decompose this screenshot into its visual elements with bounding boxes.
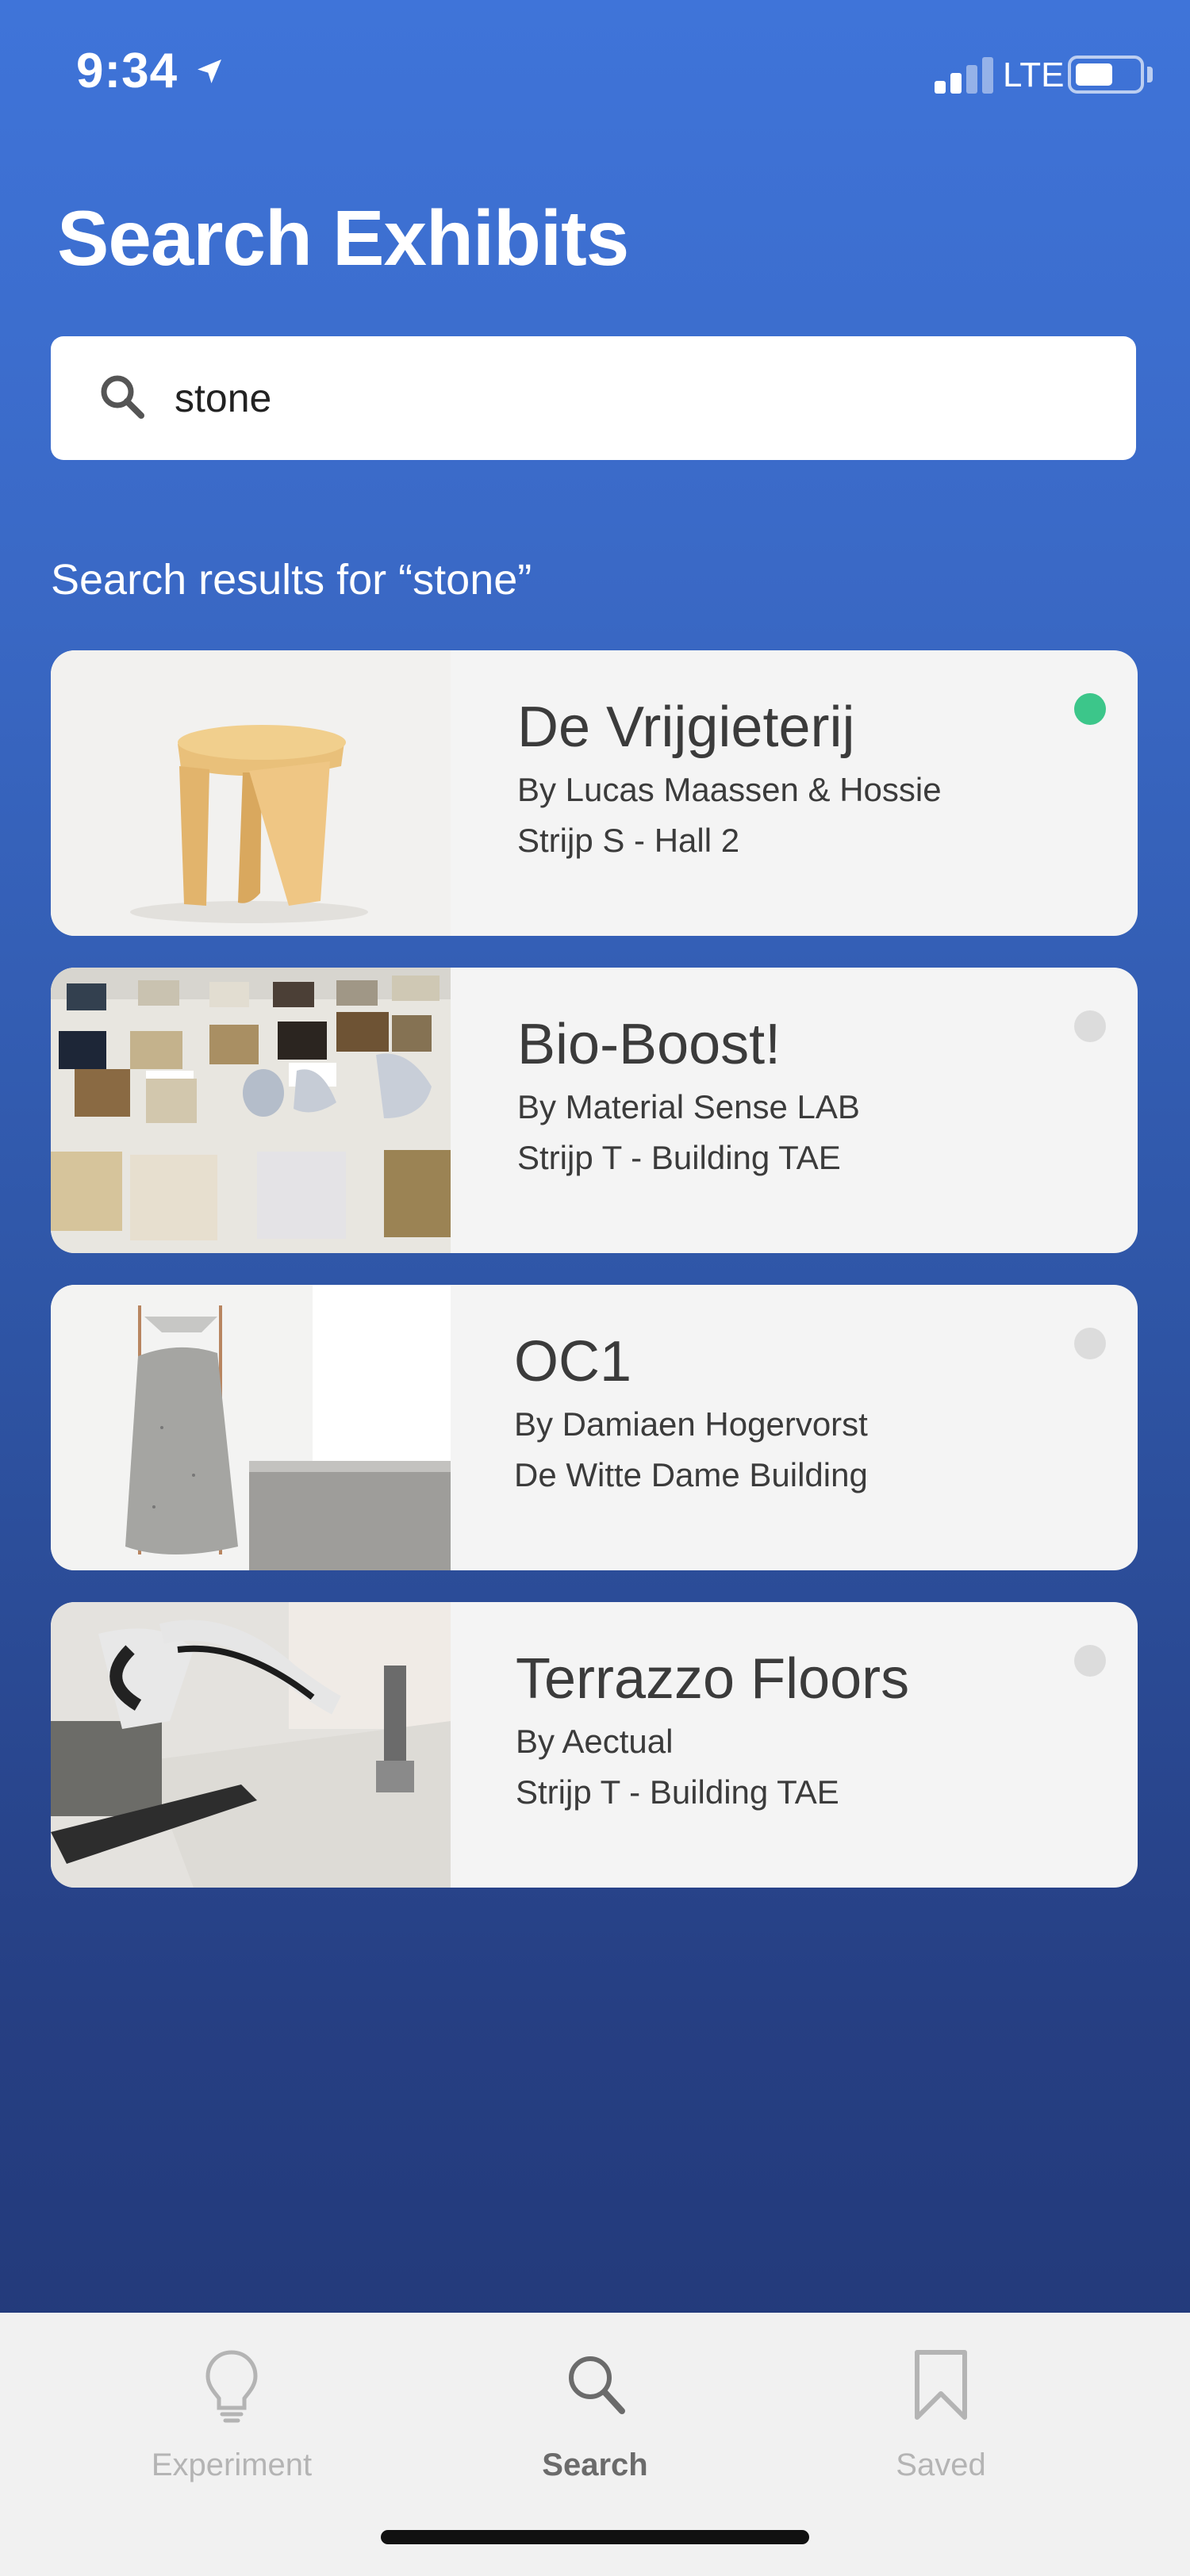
- exhibit-location: Strijp S - Hall 2: [517, 822, 740, 859]
- results-heading: Search results for “stone”: [51, 556, 532, 604]
- tab-search[interactable]: Search: [436, 2348, 754, 2506]
- status-bar: 9:34 LTE: [0, 0, 1190, 151]
- exhibit-location: Strijp T - Building TAE: [517, 1139, 841, 1176]
- exhibit-thumbnail: [51, 1602, 451, 1888]
- signal-strength-icon: [935, 54, 995, 94]
- exhibit-thumbnail: [51, 1285, 451, 1570]
- exhibit-title: OC1: [514, 1330, 632, 1393]
- exhibit-title: Bio-Boost!: [517, 1013, 781, 1076]
- location-arrow-icon: [198, 59, 221, 83]
- search-icon: [101, 375, 144, 419]
- network-type: LTE: [1003, 56, 1065, 94]
- tab-label: Search: [542, 2448, 648, 2482]
- status-indicator: [1074, 1328, 1106, 1359]
- result-card-de-vrijgieterij[interactable]: De Vrijgieterij By Lucas Maassen & Hossi…: [51, 650, 1138, 936]
- search-icon: [569, 2356, 625, 2414]
- result-card-terrazzo-floors[interactable]: Terrazzo Floors By Aectual Strijp T - Bu…: [51, 1602, 1138, 1888]
- status-indicator: [1074, 1645, 1106, 1677]
- exhibit-title: Terrazzo Floors: [516, 1647, 910, 1711]
- battery-icon: [1068, 56, 1144, 94]
- exhibit-author: By Aectual: [516, 1723, 674, 1760]
- exhibit-author: By Material Sense LAB: [517, 1088, 860, 1125]
- home-indicator[interactable]: [381, 2530, 809, 2544]
- status-indicator: [1074, 1010, 1106, 1042]
- bookmark-icon: [915, 2350, 967, 2420]
- exhibit-author: By Damiaen Hogervorst: [514, 1405, 868, 1443]
- page-title: Search Exhibits: [57, 194, 629, 282]
- result-card-bio-boost[interactable]: Bio-Boost! By Material Sense LAB Strijp …: [51, 968, 1138, 1253]
- status-time: 9:34: [76, 44, 178, 98]
- exhibit-location: Strijp T - Building TAE: [516, 1773, 839, 1811]
- lightbulb-icon: [205, 2350, 258, 2423]
- tab-saved[interactable]: Saved: [782, 2348, 1100, 2506]
- exhibit-thumbnail: [51, 650, 451, 936]
- status-indicator: [1074, 693, 1106, 725]
- exhibit-title: De Vrijgieterij: [517, 696, 855, 759]
- tab-label: Saved: [896, 2448, 986, 2482]
- exhibit-author: By Lucas Maassen & Hossie: [517, 771, 942, 808]
- exhibit-location: De Witte Dame Building: [514, 1456, 868, 1493]
- search-input[interactable]: [175, 368, 1095, 428]
- battery-nub: [1147, 67, 1153, 82]
- tab-label: Experiment: [151, 2448, 313, 2482]
- tab-experiment[interactable]: Experiment: [73, 2348, 390, 2506]
- result-card-oc1[interactable]: OC1 By Damiaen Hogervorst De Witte Dame …: [51, 1285, 1138, 1570]
- exhibit-thumbnail: [51, 968, 451, 1253]
